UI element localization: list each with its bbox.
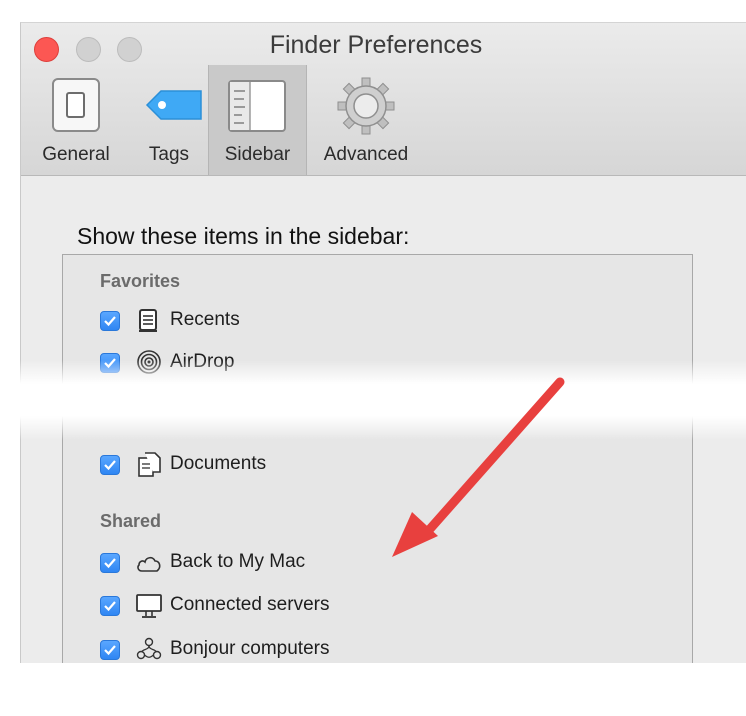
window-title: Finder Preferences [269, 31, 483, 59]
tab-general-label: General [42, 144, 110, 165]
shared-section-label: Shared [100, 511, 162, 531]
titlebar: Finder Preferences General Tags Sidebar … [21, 23, 746, 176]
gear-icon [311, 77, 421, 135]
tab-advanced[interactable]: Advanced [311, 65, 421, 175]
back-to-my-mac-checkbox[interactable] [100, 553, 120, 573]
tab-tags[interactable]: Tags [133, 65, 205, 175]
connected-servers-label: Connected servers [170, 594, 330, 615]
tab-sidebar[interactable]: Sidebar [208, 65, 307, 175]
close-button[interactable] [34, 37, 59, 62]
back-to-my-mac-label: Back to My Mac [170, 551, 306, 572]
image-cut-overlay [0, 360, 746, 440]
sidebar-icon [209, 77, 306, 135]
favorites-section-label: Favorites [100, 271, 181, 291]
recents-icon [135, 307, 163, 335]
connected-servers-checkbox[interactable] [100, 596, 120, 616]
documents-checkbox[interactable] [100, 455, 120, 475]
minimize-button[interactable] [76, 37, 101, 62]
cloud-icon [135, 549, 163, 577]
tab-sidebar-label: Sidebar [224, 144, 291, 165]
section-heading: Show these items in the sidebar: [77, 223, 410, 249]
bonjour-computers-label: Bonjour computers [170, 638, 330, 659]
bonjour-icon [135, 636, 163, 663]
recents-label: Recents [170, 309, 240, 330]
tab-tags-label: Tags [148, 144, 190, 165]
bonjour-computers-checkbox[interactable] [100, 640, 120, 660]
zoom-button[interactable] [117, 37, 142, 62]
documents-icon [135, 451, 163, 479]
recents-checkbox[interactable] [100, 311, 120, 331]
tag-icon [133, 77, 205, 135]
tab-advanced-label: Advanced [323, 144, 409, 165]
finder-preferences-window: Finder Preferences General Tags Sidebar … [20, 22, 746, 663]
tab-general[interactable]: General [33, 65, 119, 175]
documents-label: Documents [170, 453, 267, 474]
monitor-icon [135, 592, 163, 620]
general-switch-icon [33, 77, 119, 135]
sidebar-items-list: Favorites Recents Documents Shared Back … [62, 254, 693, 663]
